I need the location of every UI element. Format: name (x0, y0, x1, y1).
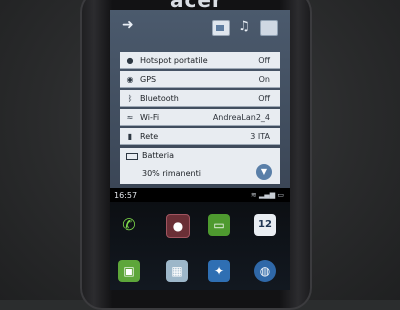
music-icon[interactable]: ♫ (236, 20, 252, 34)
shade-header: ➜ ♫ (110, 10, 290, 46)
battery-icon (126, 153, 138, 160)
battery-remaining: 30% rimanenti (142, 169, 201, 178)
wifi-status-icon: ≋ (250, 191, 257, 199)
back-arrow-icon[interactable]: ➜ (122, 18, 136, 32)
photo-mode-icon[interactable] (212, 20, 230, 36)
calendar-app-icon[interactable]: 12 (254, 214, 276, 236)
hotspot-icon: ● (126, 55, 134, 65)
toggle-label: Wi-Fi (140, 112, 160, 122)
toggle-gps[interactable]: ◉ GPS On (120, 71, 280, 88)
toggle-label: Rete (140, 131, 159, 141)
signal-status-icon: ▂▄▆ (258, 191, 276, 199)
media-icon[interactable] (260, 20, 278, 36)
toggle-label: GPS (140, 74, 157, 84)
toggle-label: Hotspot portatile (140, 55, 208, 65)
battery-label: Batteria (142, 151, 174, 160)
bluetooth-icon: ᛒ (127, 93, 133, 103)
toggle-value: Off (258, 93, 270, 103)
toggle-wifi[interactable]: ≈ Wi-Fi AndreaLan2_4 (120, 109, 280, 126)
battery-status-icon: ▭ (277, 191, 284, 199)
expand-chevron-icon[interactable]: ▼ (256, 164, 272, 180)
status-bar[interactable]: 16:57 ≋ ▂▄▆ ▭ (110, 188, 290, 202)
messaging-app-icon[interactable]: ▭ (208, 214, 230, 236)
phone-screen: ➜ ♫ ● Hotspot portatile Off ◉ GPS On ᛒ B… (110, 10, 290, 290)
toggle-hotspot[interactable]: ● Hotspot portatile Off (120, 52, 280, 69)
contacts-app-icon[interactable]: ● (166, 214, 190, 238)
toggle-label: Bluetooth (140, 93, 179, 103)
signal-icon: ▮ (127, 131, 133, 141)
toggle-value: On (258, 74, 270, 84)
toggle-network[interactable]: ▮ Rete 3 ITA (120, 128, 280, 145)
wifi-icon: ≈ (126, 112, 134, 122)
phone-app-icon[interactable]: ✆ (118, 214, 140, 236)
toggle-value: AndreaLan2_4 (212, 112, 270, 122)
market-app-icon[interactable]: ▣ (118, 260, 140, 282)
toggle-value: 3 ITA (250, 131, 270, 141)
toggle-bluetooth[interactable]: ᛒ Bluetooth Off (120, 90, 280, 107)
maps-app-icon[interactable]: ▦ (166, 260, 188, 282)
status-icons: ≋ ▂▄▆ ▭ (251, 191, 284, 199)
notification-shade: ➜ ♫ ● Hotspot portatile Off ◉ GPS On ᛒ B… (110, 10, 290, 188)
gps-icon: ◉ (126, 74, 134, 84)
clock: 16:57 (114, 191, 138, 200)
browser-app-icon[interactable]: ◍ (254, 260, 276, 282)
settings-app-icon[interactable]: ✦ (208, 260, 230, 282)
toggle-value: Off (258, 55, 270, 65)
battery-panel[interactable]: Batteria 30% rimanenti ▼ (120, 148, 280, 184)
home-screen: ✆ ● ▭ 12 ▣ ▦ ✦ ◍ (110, 202, 290, 290)
